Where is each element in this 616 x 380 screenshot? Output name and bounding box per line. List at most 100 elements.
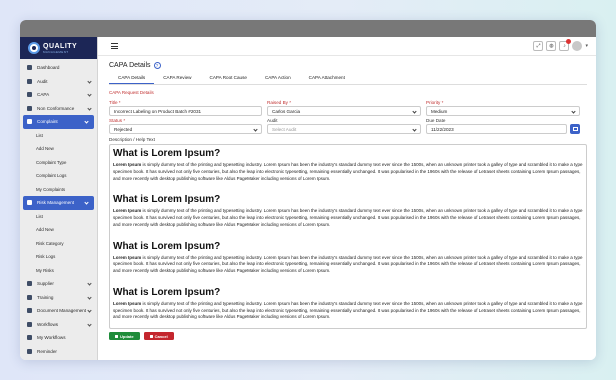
- reminder-icon: [27, 348, 32, 354]
- content-paragraph: Lorem Ipsum is simply dummy text of the …: [113, 300, 583, 320]
- brand-name: QUALITY: [43, 42, 78, 50]
- description-editor[interactable]: What is Lorem Ipsum? Lorem Ipsum is simpl…: [109, 144, 587, 329]
- logo-icon: [28, 42, 40, 54]
- main-area: ⤢ ◍ ♪ ▾ CAPA Details ? CAPA Details CAPA…: [98, 37, 596, 360]
- chevron-icon: [87, 78, 92, 84]
- notification-badge: [566, 39, 572, 44]
- chevron-icon: [87, 105, 92, 111]
- content-paragraph: Lorem Ipsum is simply dummy text of the …: [113, 254, 583, 274]
- fullscreen-icon[interactable]: ⤢: [533, 41, 544, 51]
- chevron-icon: [84, 200, 89, 205]
- help-icon[interactable]: ?: [153, 62, 161, 69]
- sidebar-subitem-complaint-type[interactable]: Complaint Type: [20, 156, 97, 170]
- content-paragraph: Lorem Ipsum is simply dummy text of the …: [113, 208, 583, 227]
- sidebar-subitem-add-new[interactable]: Add New: [20, 223, 97, 237]
- priority-select[interactable]: Medium: [426, 106, 580, 116]
- tab-capa-action[interactable]: CAPA Action: [256, 75, 300, 84]
- chevron-down-icon[interactable]: ▾: [585, 43, 588, 49]
- sidebar-subitem-risk-category[interactable]: Risk Category: [20, 237, 97, 251]
- sidebar-item-label: Training: [37, 294, 54, 300]
- audit-label: Audit: [267, 118, 278, 123]
- sidebar-item-reminder[interactable]: Reminder: [20, 345, 97, 359]
- sidebar-item-label: Dashboard: [37, 65, 60, 71]
- content-heading: What is Lorem Ipsum?: [113, 240, 221, 252]
- title-input[interactable]: Incorrect Labeling on Product Batch #203…: [109, 106, 262, 116]
- sidebar-subitem-my-risks[interactable]: My Risks: [20, 264, 97, 278]
- due-date-input[interactable]: 11/22/2023: [426, 124, 567, 134]
- sidebar-item-label: CAPA: [37, 92, 50, 98]
- dashboard-icon: [27, 65, 32, 71]
- tab-bar: CAPA Details CAPA Review CAPA Root Cause…: [109, 74, 587, 85]
- sidebar-item-audit[interactable]: Audit: [20, 75, 97, 89]
- sidebar-subitem-list[interactable]: List: [20, 129, 97, 143]
- content-block: What is Lorem Ipsum? Lorem Ipsum is simpl…: [113, 194, 583, 228]
- sidebar-subitem-my-complaints[interactable]: My Complaints: [20, 183, 97, 197]
- chevron-icon: [87, 92, 92, 97]
- avatar[interactable]: [572, 41, 583, 51]
- sidebar-subitem-add-new[interactable]: Add New: [20, 142, 97, 156]
- chevron-icon: [87, 321, 92, 327]
- sidebar-item-clients[interactable]: Clients: [20, 358, 97, 360]
- update-button[interactable]: Update: [109, 332, 140, 340]
- sidebar-item-complaint[interactable]: Complaint: [23, 115, 94, 129]
- cancel-button[interactable]: Cancel: [143, 332, 174, 340]
- sidebar-subitem-complaint-logs[interactable]: Complaint Logs: [20, 169, 97, 183]
- chevron-icon: [87, 294, 92, 300]
- sidebar-item-document-management[interactable]: Document Management: [20, 304, 97, 318]
- priority-label: Priority *: [426, 100, 444, 105]
- top-bar: ⤢ ◍ ♪ ▾: [98, 37, 596, 56]
- complaint-icon: [27, 119, 32, 125]
- workflow-icon: [27, 321, 32, 327]
- sidebar-item-non-conformance[interactable]: Non Conformance: [20, 102, 97, 116]
- sidebar-item-training[interactable]: Training: [20, 291, 97, 305]
- sidebar-item-dashboard[interactable]: Dashboard: [20, 61, 97, 75]
- status-select[interactable]: Rejected: [109, 124, 262, 134]
- tab-capa-details[interactable]: CAPA Details: [109, 75, 155, 84]
- brand-tagline: MANAGEMENT: [43, 49, 69, 54]
- my-workflows-icon: [27, 335, 32, 341]
- risk-icon: [27, 200, 32, 206]
- sidebar-item-label: Risk Management: [37, 200, 75, 206]
- section-title: CAPA Request Details: [109, 90, 154, 95]
- sidebar-item-label: Reminder: [37, 348, 57, 354]
- raised-by-select[interactable]: Carlos Garcia: [267, 106, 421, 116]
- sidebar-item-supplier[interactable]: Supplier: [20, 277, 97, 291]
- hamburger-menu-icon[interactable]: [111, 43, 118, 49]
- tab-capa-attachment[interactable]: CAPA Attachment: [300, 75, 354, 84]
- sidebar-item-label: Complaint: [37, 119, 58, 125]
- sidebar-subitem-risk-logs[interactable]: Risk Logs: [20, 250, 97, 264]
- sidebar-subitem-list[interactable]: List: [20, 210, 97, 224]
- sidebar-item-risk-management[interactable]: Risk Management: [23, 196, 94, 210]
- content-heading: What is Lorem Ipsum?: [113, 286, 221, 298]
- chevron-icon: [87, 308, 92, 313]
- sidebar-item-workflows[interactable]: Workflows: [20, 318, 97, 332]
- sidebar-item-label: Document Management: [37, 308, 87, 314]
- page-title: CAPA Details: [109, 62, 151, 69]
- audit-icon: [27, 78, 32, 84]
- close-icon: [149, 334, 153, 338]
- content-heading: What is Lorem Ipsum?: [113, 148, 221, 159]
- description-label: Description / Help Text: [109, 137, 155, 142]
- app-window: QUALITY MANAGEMENT Dashboard Audit CAPA Non…: [20, 20, 596, 360]
- sidebar-item-label: Workflows: [37, 321, 59, 327]
- non-conformance-icon: [27, 105, 32, 111]
- language-icon[interactable]: ◍: [546, 41, 557, 51]
- chevron-icon: [84, 119, 89, 124]
- tab-capa-root-cause[interactable]: CAPA Root Cause: [201, 75, 256, 84]
- sidebar-item-my-workflows[interactable]: My Workflows: [20, 331, 97, 345]
- sidebar-item-capa[interactable]: CAPA: [20, 88, 97, 102]
- sidebar-item-label: Non Conformance: [37, 105, 75, 111]
- notification-bell-icon[interactable]: ♪: [559, 39, 572, 51]
- sidebar-item-label: Audit: [37, 78, 48, 84]
- window-titlebar: [20, 20, 596, 37]
- document-icon: [27, 308, 32, 314]
- brand-logo[interactable]: QUALITY MANAGEMENT: [20, 37, 97, 59]
- audit-select[interactable]: Select Audit: [267, 124, 421, 134]
- chevron-icon: [87, 281, 92, 286]
- save-icon: [115, 334, 118, 338]
- content-paragraph: Lorem Ipsum is simply dummy text of the …: [113, 162, 583, 181]
- calendar-icon[interactable]: [570, 124, 580, 134]
- title-label: Title *: [109, 100, 121, 105]
- tab-capa-review[interactable]: CAPA Review: [154, 75, 200, 84]
- content-block: What is Lorem Ipsum? Lorem Ipsum is simpl…: [113, 287, 583, 321]
